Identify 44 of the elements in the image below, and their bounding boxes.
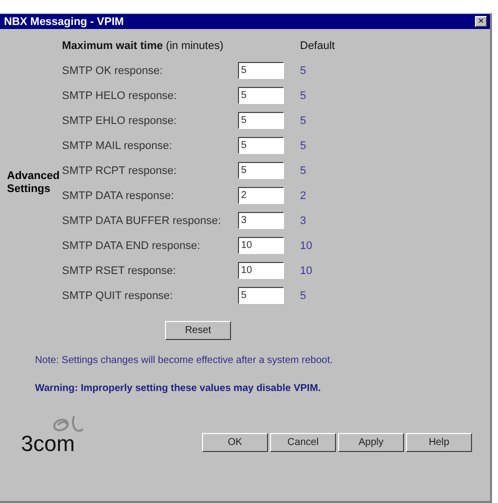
- input-field[interactable]: 5: [238, 162, 284, 179]
- column-header: Maximum wait time (in minutes): [62, 40, 224, 52]
- field-label: SMTP DATA END response:: [62, 240, 202, 252]
- input-field[interactable]: 5: [238, 62, 284, 79]
- input-field[interactable]: 10: [238, 237, 284, 254]
- column-header: Default: [300, 40, 336, 52]
- close-button[interactable]: ×: [475, 16, 487, 27]
- input-field[interactable]: 2: [238, 187, 284, 204]
- warning-text: Warning: Improperly setting these values may disable VPIM.: [35, 383, 322, 394]
- default-value: 10: [300, 240, 314, 252]
- default-value: 5: [300, 90, 308, 102]
- default-value: 5: [300, 140, 308, 152]
- field-label: SMTP DATA BUFFER response:: [62, 214, 222, 226]
- input-field[interactable]: 5: [238, 87, 284, 104]
- dialog-button[interactable]: Cancel: [270, 433, 336, 452]
- default-value: 3: [300, 214, 308, 226]
- default-value: 5: [300, 164, 308, 176]
- dialog-button[interactable]: Help: [406, 433, 472, 452]
- dialog-button[interactable]: OK: [202, 433, 268, 452]
- field-label: SMTP DATA response:: [62, 190, 175, 202]
- logo-swirl-icon: [52, 413, 86, 433]
- field-label: SMTP RCPT response:: [62, 164, 178, 176]
- reset-button[interactable]: Reset: [165, 321, 231, 340]
- field-label: SMTP RSET response:: [62, 264, 177, 276]
- input-field[interactable]: 3: [238, 212, 284, 229]
- field-label: SMTP EHLO response:: [62, 114, 178, 126]
- window-title: NBX Messaging - VPIM: [4, 16, 124, 28]
- section-label: Advanced Settings: [6, 170, 61, 196]
- default-value: 10: [300, 264, 314, 276]
- field-label: SMTP HELO response:: [62, 90, 178, 102]
- default-value: 5: [300, 64, 308, 76]
- field-label: SMTP MAIL response:: [62, 140, 174, 152]
- input-field[interactable]: 5: [238, 112, 284, 129]
- default-value: 5: [300, 114, 308, 126]
- note-text: Note: Settings changes will become effective after a system reboot.: [35, 355, 334, 366]
- default-value: 5: [300, 290, 308, 302]
- logo-text: 3com: [21, 433, 75, 455]
- input-field[interactable]: 5: [238, 287, 284, 304]
- default-value: 2: [300, 190, 308, 202]
- field-label: SMTP QUIT response:: [62, 290, 174, 302]
- input-field[interactable]: 5: [238, 137, 284, 154]
- field-label: SMTP OK response:: [62, 64, 164, 76]
- dialog-button[interactable]: Apply: [338, 433, 404, 452]
- input-field[interactable]: 10: [238, 262, 284, 279]
